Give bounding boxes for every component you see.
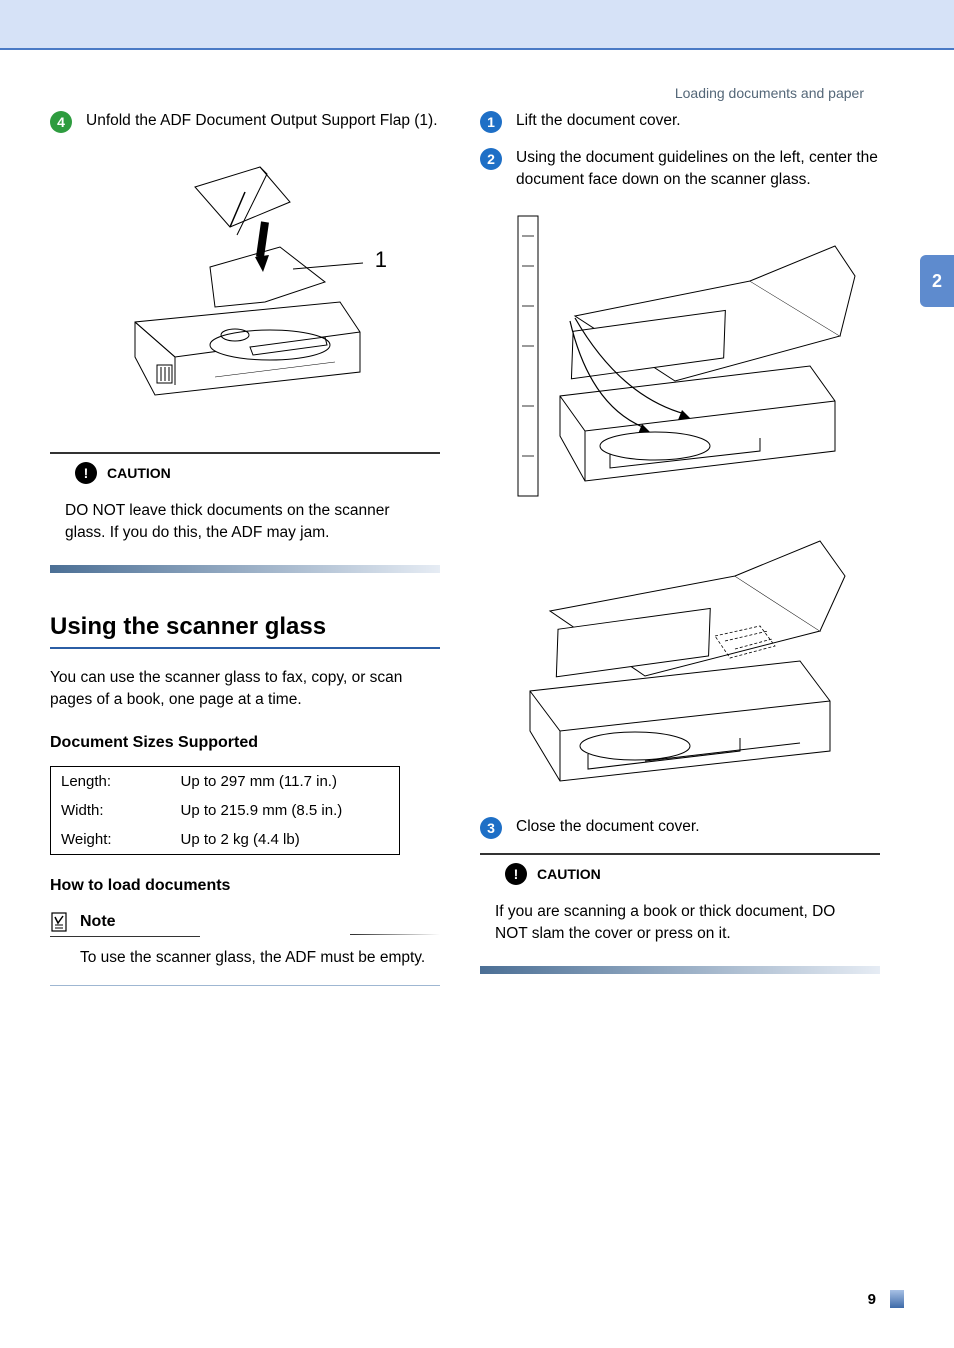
figure-adf-flap: 1 (95, 147, 395, 427)
gradient-bar (50, 565, 440, 573)
step-number-icon: 3 (480, 817, 502, 839)
table-row: Width: Up to 215.9 mm (8.5 in.) (51, 796, 400, 825)
step-number-icon: 4 (50, 111, 72, 133)
topbar (0, 0, 954, 50)
caution-icon: ! (75, 462, 97, 484)
right-column: 1 Lift the document cover. 2 Using the d… (480, 110, 880, 986)
note-text: To use the scanner glass, the ADF must b… (50, 937, 440, 985)
step-1: 1 Lift the document cover. (480, 110, 880, 133)
figure-scanner-guidelines (500, 206, 860, 506)
step-text: Unfold the ADF Document Output Support F… (86, 110, 440, 132)
section-title: Using the scanner glass (50, 613, 440, 649)
step-4: 4 Unfold the ADF Document Output Support… (50, 110, 440, 133)
how-to-heading: How to load documents (50, 877, 440, 895)
step-3: 3 Close the document cover. (480, 816, 880, 839)
spec-value: Up to 297 mm (11.7 in.) (171, 766, 400, 796)
page-corner-decor (890, 1290, 904, 1308)
spec-label: Weight: (51, 825, 171, 855)
note-rule (350, 934, 440, 936)
note-box: Note To use the scanner glass, the ADF m… (50, 911, 440, 986)
figure-callout-1: 1 (375, 247, 387, 273)
figure-scanner-open (500, 531, 860, 791)
caution-box-adf: ! CAUTION DO NOT leave thick documents o… (50, 452, 440, 573)
caution-label: CAUTION (537, 866, 601, 882)
note-icon (50, 911, 70, 933)
note-label: Note (80, 913, 116, 931)
caution-text: If you are scanning a book or thick docu… (480, 893, 880, 962)
caution-label: CAUTION (107, 465, 171, 481)
caution-text: DO NOT leave thick documents on the scan… (50, 492, 440, 561)
table-row: Length: Up to 297 mm (11.7 in.) (51, 766, 400, 796)
spec-label: Length: (51, 766, 171, 796)
step-text: Using the document guidelines on the lef… (516, 147, 880, 192)
page-number: 9 (868, 1291, 876, 1308)
gradient-bar (480, 966, 880, 974)
step-text: Close the document cover. (516, 816, 880, 838)
step-text: Lift the document cover. (516, 110, 880, 132)
table-row: Weight: Up to 2 kg (4.4 lb) (51, 825, 400, 855)
step-number-icon: 1 (480, 111, 502, 133)
spec-value: Up to 215.9 mm (8.5 in.) (171, 796, 400, 825)
left-column: 4 Unfold the ADF Document Output Support… (50, 110, 440, 986)
caution-icon: ! (505, 863, 527, 885)
step-2: 2 Using the document guidelines on the l… (480, 147, 880, 192)
sizes-table: Length: Up to 297 mm (11.7 in.) Width: U… (50, 766, 400, 855)
spec-value: Up to 2 kg (4.4 lb) (171, 825, 400, 855)
sizes-heading: Document Sizes Supported (50, 734, 440, 752)
step-number-icon: 2 (480, 148, 502, 170)
section-intro: You can use the scanner glass to fax, co… (50, 667, 440, 712)
caution-box-cover: ! CAUTION If you are scanning a book or … (480, 853, 880, 974)
spec-label: Width: (51, 796, 171, 825)
